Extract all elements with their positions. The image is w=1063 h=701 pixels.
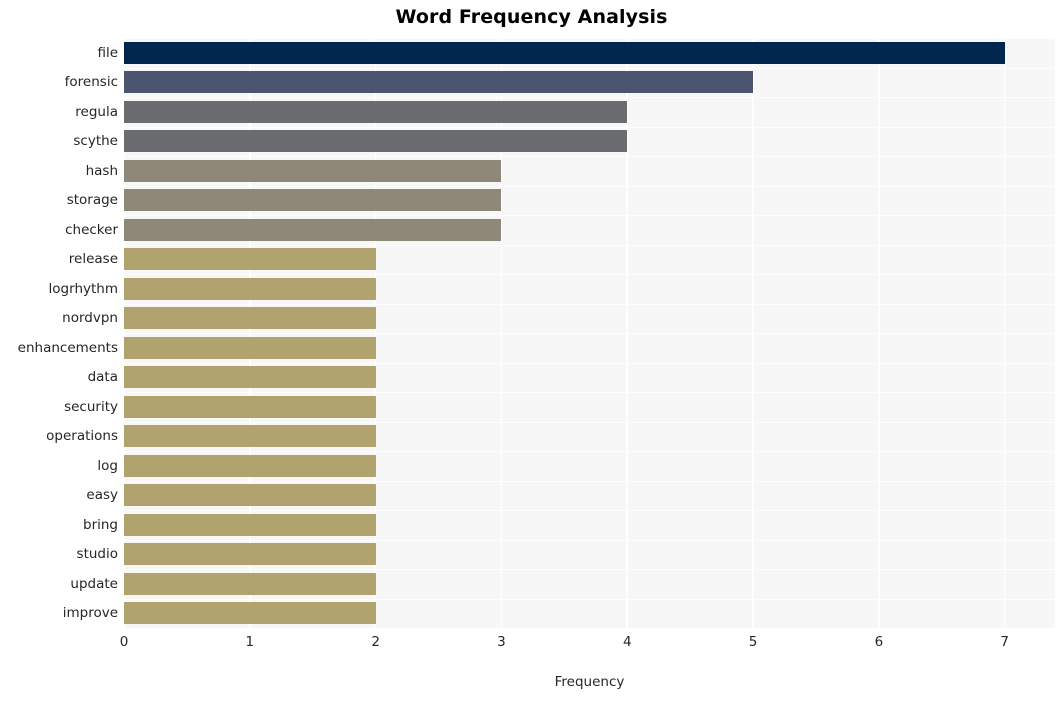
bar: [124, 513, 376, 536]
y-gridline: [124, 215, 1055, 217]
x-axis-tick-label: 5: [748, 634, 758, 650]
y-gridline: [124, 480, 1055, 482]
x-axis-tick-label: 0: [119, 634, 129, 650]
y-gridline: [124, 244, 1055, 246]
bar: [124, 100, 628, 123]
bar: [124, 484, 376, 507]
bar: [124, 130, 628, 153]
y-gridline: [124, 421, 1055, 423]
y-axis-tick-labels: file forensic regula scythe hash storage check…: [0, 38, 118, 628]
y-axis-tick-label: easy: [86, 487, 118, 504]
bar: [124, 218, 502, 241]
bar: [124, 307, 376, 330]
y-gridline: [124, 362, 1055, 364]
y-axis-tick-label: studio: [76, 546, 118, 563]
y-axis-tick-label: scythe: [73, 133, 118, 150]
plot-area: [124, 38, 1055, 628]
x-axis-label: Frequency: [554, 674, 625, 690]
y-gridline: [124, 392, 1055, 394]
bar: [124, 602, 376, 625]
x-axis-tick-label: 1: [245, 634, 255, 650]
page-title: Word Frequency Analysis: [395, 6, 668, 28]
bar: [124, 454, 376, 477]
bar: [124, 336, 376, 359]
y-axis-tick-label: update: [70, 575, 118, 592]
y-gridline: [124, 126, 1055, 128]
y-axis-tick-label: improve: [62, 605, 118, 622]
y-axis-tick-label: nordvpn: [62, 310, 118, 327]
y-axis-tick-label: logrhythm: [48, 280, 118, 297]
bar: [124, 71, 754, 94]
y-axis-tick-label: hash: [85, 162, 118, 179]
chart-figure: Word Frequency Analysis file forensic regu…: [0, 0, 1063, 701]
bar: [124, 425, 376, 448]
y-gridline: [124, 510, 1055, 512]
bar: [124, 543, 376, 566]
y-gridline: [124, 38, 1055, 40]
y-gridline: [124, 274, 1055, 276]
y-axis-tick-label: bring: [83, 516, 118, 533]
y-axis-tick-label: operations: [46, 428, 118, 445]
bar: [124, 41, 1005, 64]
y-gridline: [124, 303, 1055, 305]
bar: [124, 277, 376, 300]
y-axis-tick-label: forensic: [64, 74, 118, 91]
y-gridline: [124, 97, 1055, 99]
y-gridline: [124, 569, 1055, 571]
y-gridline: [124, 67, 1055, 69]
y-axis-tick-label: regula: [75, 103, 118, 120]
y-axis-tick-label: storage: [66, 192, 118, 209]
bar: [124, 572, 376, 595]
bar: [124, 189, 502, 212]
x-axis-tick-label: 7: [1000, 634, 1009, 650]
bar: [124, 366, 376, 389]
y-gridline: [124, 451, 1055, 453]
y-gridline: [124, 185, 1055, 187]
x-axis-tick-label: 6: [874, 634, 884, 650]
y-axis-tick-label: release: [68, 251, 118, 268]
y-axis-tick-label: data: [87, 369, 118, 386]
y-axis-tick-label: log: [97, 457, 118, 474]
y-gridline: [124, 333, 1055, 335]
x-axis-tick-labels: 0 1 2 3 4 5 6 7: [120, 634, 1055, 656]
bar: [124, 395, 376, 418]
y-gridline: [124, 156, 1055, 158]
x-axis-tick-label: 4: [622, 634, 632, 650]
bar: [124, 159, 502, 182]
y-axis-tick-label: checker: [65, 221, 118, 238]
y-axis-tick-label: enhancements: [17, 339, 118, 356]
x-axis-tick-label: 3: [497, 634, 506, 650]
y-gridline: [124, 598, 1055, 600]
bar: [124, 248, 376, 271]
y-axis-tick-label: file: [97, 44, 118, 61]
y-gridline: [124, 539, 1055, 541]
y-axis-tick-label: security: [64, 398, 118, 415]
x-axis-tick-label: 2: [371, 634, 380, 650]
